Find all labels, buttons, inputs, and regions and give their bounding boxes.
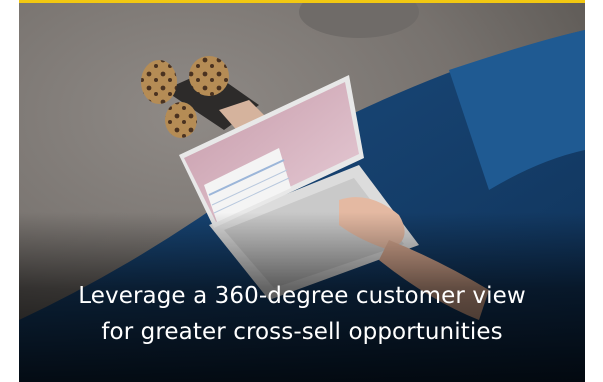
headline-line-1: Leverage a 360-degree customer view bbox=[78, 283, 526, 309]
headline-line-2: for greater cross-sell opportunities bbox=[101, 319, 503, 345]
promo-card[interactable]: Leverage a 360-degree customer view for … bbox=[19, 0, 585, 382]
card-headline: Leverage a 360-degree customer view for … bbox=[19, 278, 585, 350]
card-accent-bar bbox=[19, 0, 585, 3]
page: Leverage a 360-degree customer view for … bbox=[0, 0, 603, 382]
